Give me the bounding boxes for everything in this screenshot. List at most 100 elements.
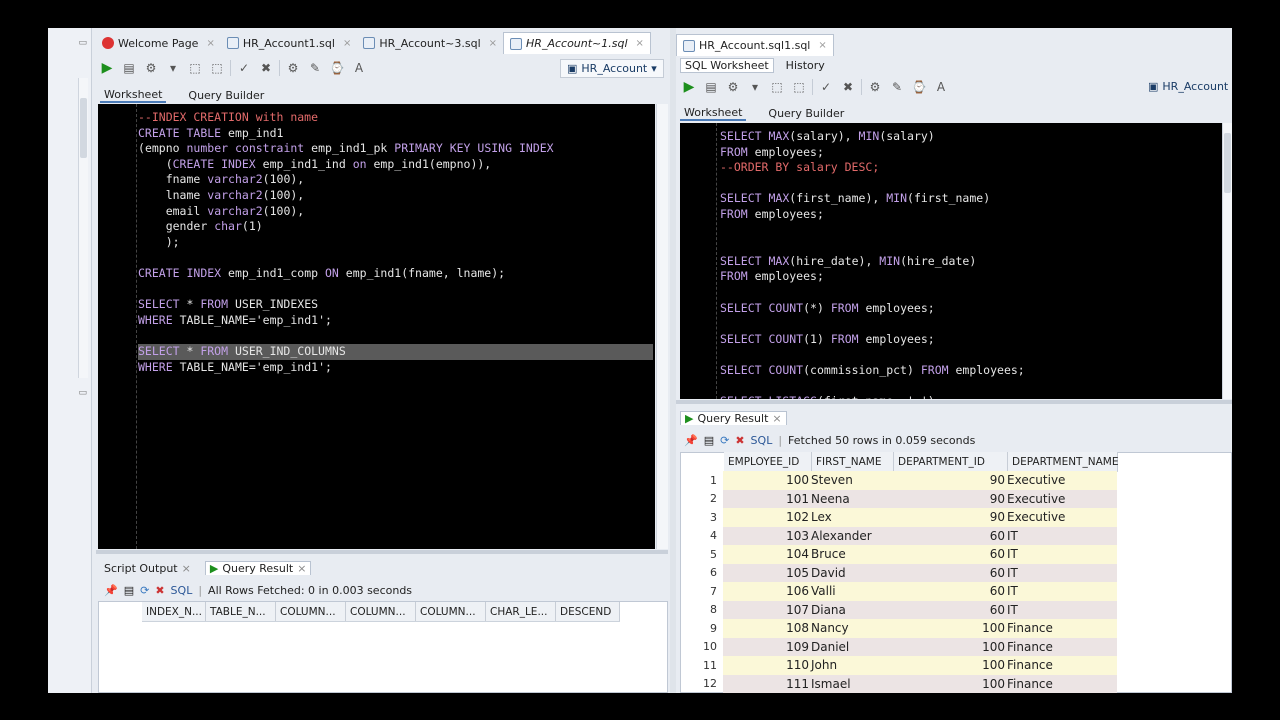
sql-label[interactable]: SQL [751,434,773,447]
right_editor-line[interactable]: --ORDER BY salary DESC; [720,160,879,176]
column-header[interactable]: COLUMN... [416,602,486,621]
table-cell[interactable]: Nancy [811,619,893,638]
history-icon[interactable]: ⌚ [910,78,928,96]
column-header[interactable]: DEPARTMENT_ID [894,452,1008,471]
table-cell[interactable]: Daniel [811,637,893,656]
table-cell[interactable]: 90 [893,471,1007,490]
table-cell[interactable]: Finance [1007,637,1117,656]
refresh-icon[interactable]: ⟳ [140,584,149,597]
column-header[interactable]: FIRST_NAME [812,452,894,471]
tab-query-builder-right[interactable]: Query Builder [764,107,848,120]
left_editor-line[interactable]: CREATE TABLE emp_ind1 [138,126,283,142]
sql-tuning-icon[interactable]: ⚙ [284,59,302,77]
tab-sql-worksheet[interactable]: SQL Worksheet [680,57,774,73]
tab-hr-account-1[interactable]: HR_Account~1.sql × [503,32,651,54]
tab-hr-account1[interactable]: HR_Account1.sql × [221,32,357,54]
right_editor-line[interactable]: SELECT MAX(salary), MIN(salary) [720,129,935,145]
close-icon[interactable]: × [297,562,306,575]
table-cell[interactable]: 102 [723,508,811,527]
left-editor-scrollbar[interactable] [656,104,668,549]
table-row[interactable]: 11 110 John 100 Finance [681,656,1117,675]
autotrace-icon[interactable]: ⚙ [724,78,742,96]
refresh-icon[interactable]: ⟳ [720,434,729,447]
table-cell[interactable]: Finance [1007,674,1117,693]
table-cell[interactable]: Executive [1007,471,1117,490]
cancel-icon[interactable]: ✖ [735,434,744,447]
tab-welcome-page[interactable]: Welcome Page × [96,32,221,54]
tab-query-builder[interactable]: Query Builder [184,89,268,102]
left_editor-line[interactable]: lname varchar2(100), [138,188,305,204]
table-row[interactable]: 4 103 Alexander 60 IT [681,526,1117,545]
table-cell[interactable]: 90 [893,508,1007,527]
table-cell[interactable]: IT [1007,582,1117,601]
pin-icon[interactable]: 📌 [104,584,118,597]
table-cell[interactable]: Steven [811,471,893,490]
left_editor-line[interactable]: (empno number constraint emp_ind1_pk PRI… [138,141,554,157]
left_editor-line[interactable]: SELECT * FROM USER_IND_COLUMNS [138,344,653,360]
table-cell[interactable]: 110 [723,656,811,675]
table-cell[interactable]: 103 [723,526,811,545]
table-row[interactable]: 8 107 Diana 60 IT [681,600,1117,619]
close-icon[interactable]: × [818,40,826,51]
column-header[interactable]: COLUMN... [346,602,416,621]
print-icon[interactable]: ▤ [704,434,714,447]
table-row[interactable]: 2 101 Neena 90 Executive [681,489,1117,508]
table-cell[interactable]: 100 [893,656,1007,675]
table-cell[interactable]: 60 [893,600,1007,619]
table-cell[interactable]: Valli [811,582,893,601]
connection-selector-left[interactable]: ▣ HR_Account ▾ [560,59,664,78]
table-row[interactable]: 3 102 Lex 90 Executive [681,508,1117,527]
table-cell[interactable]: 109 [723,637,811,656]
dropdown-icon[interactable]: ▾ [746,78,764,96]
column-header[interactable]: DEPARTMENT_NAME [1008,452,1118,471]
eraser-icon[interactable]: ✎ [888,78,906,96]
table-cell[interactable]: IT [1007,563,1117,582]
tab-history[interactable]: History [782,59,829,72]
table-cell[interactable]: 101 [723,489,811,508]
table-row[interactable]: 12 111 Ismael 100 Finance [681,674,1117,693]
run-statement-icon[interactable]: ▶ [98,59,116,77]
right_editor-line[interactable]: SELECT MAX(hire_date), MIN(hire_date) [720,254,976,270]
table-row[interactable]: 7 106 Valli 60 IT [681,582,1117,601]
dropdown-icon[interactable]: ▾ [164,59,182,77]
column-header[interactable]: TABLE_N... [206,602,276,621]
left_editor-line[interactable]: (CREATE INDEX emp_ind1_ind on emp_ind1(e… [138,157,492,173]
table-cell[interactable]: Bruce [811,545,893,564]
table-cell[interactable]: IT [1007,545,1117,564]
close-icon[interactable]: × [772,412,781,425]
autotrace-icon[interactable]: ⚙ [142,59,160,77]
explain-plan-icon[interactable]: ✓ [235,59,253,77]
right-sql-editor[interactable]: SELECT MAX(salary), MIN(salary) FROM empl… [680,123,1222,399]
right-editor-scrollbar[interactable] [1222,123,1232,399]
format-icon[interactable]: A [350,59,368,77]
minimize-icon[interactable]: ▭ [78,38,87,48]
table-row[interactable]: 1 100 Steven 90 Executive [681,471,1117,490]
table-cell[interactable]: 100 [893,637,1007,656]
vertical-splitter[interactable] [670,28,676,693]
tab-script-output[interactable]: Script Output × [100,562,195,575]
right_editor-line[interactable]: SELECT COUNT(*) FROM employees; [720,301,935,317]
close-icon[interactable]: × [489,38,497,49]
table-cell[interactable]: IT [1007,600,1117,619]
table-cell[interactable]: IT [1007,526,1117,545]
close-icon[interactable]: × [182,562,191,575]
column-header[interactable]: CHAR_LE... [486,602,556,621]
tab-worksheet-right[interactable]: Worksheet [680,106,747,121]
left-splitter[interactable] [96,550,668,554]
run-script-icon[interactable]: ▤ [120,59,138,77]
table-cell[interactable]: Ismael [811,674,893,693]
right_editor-line[interactable]: FROM employees; [720,269,824,285]
table-cell[interactable]: 106 [723,582,811,601]
minimize-icon-2[interactable]: ▭ [78,388,87,398]
right_editor-line[interactable]: SELECT COUNT(1) FROM employees; [720,332,935,348]
right-splitter[interactable] [676,400,1232,404]
explain-plan-icon[interactable]: ✓ [817,78,835,96]
close-icon[interactable]: × [636,38,644,49]
sql-tuning-icon[interactable]: ⚙ [866,78,884,96]
rollback-icon[interactable]: ⬚ [790,78,808,96]
table-cell[interactable]: 100 [723,471,811,490]
table-cell[interactable]: Alexander [811,526,893,545]
table-cell[interactable]: 108 [723,619,811,638]
tab-query-result[interactable]: ▶ Query Result × [204,561,312,575]
rollback-icon[interactable]: ⬚ [208,59,226,77]
